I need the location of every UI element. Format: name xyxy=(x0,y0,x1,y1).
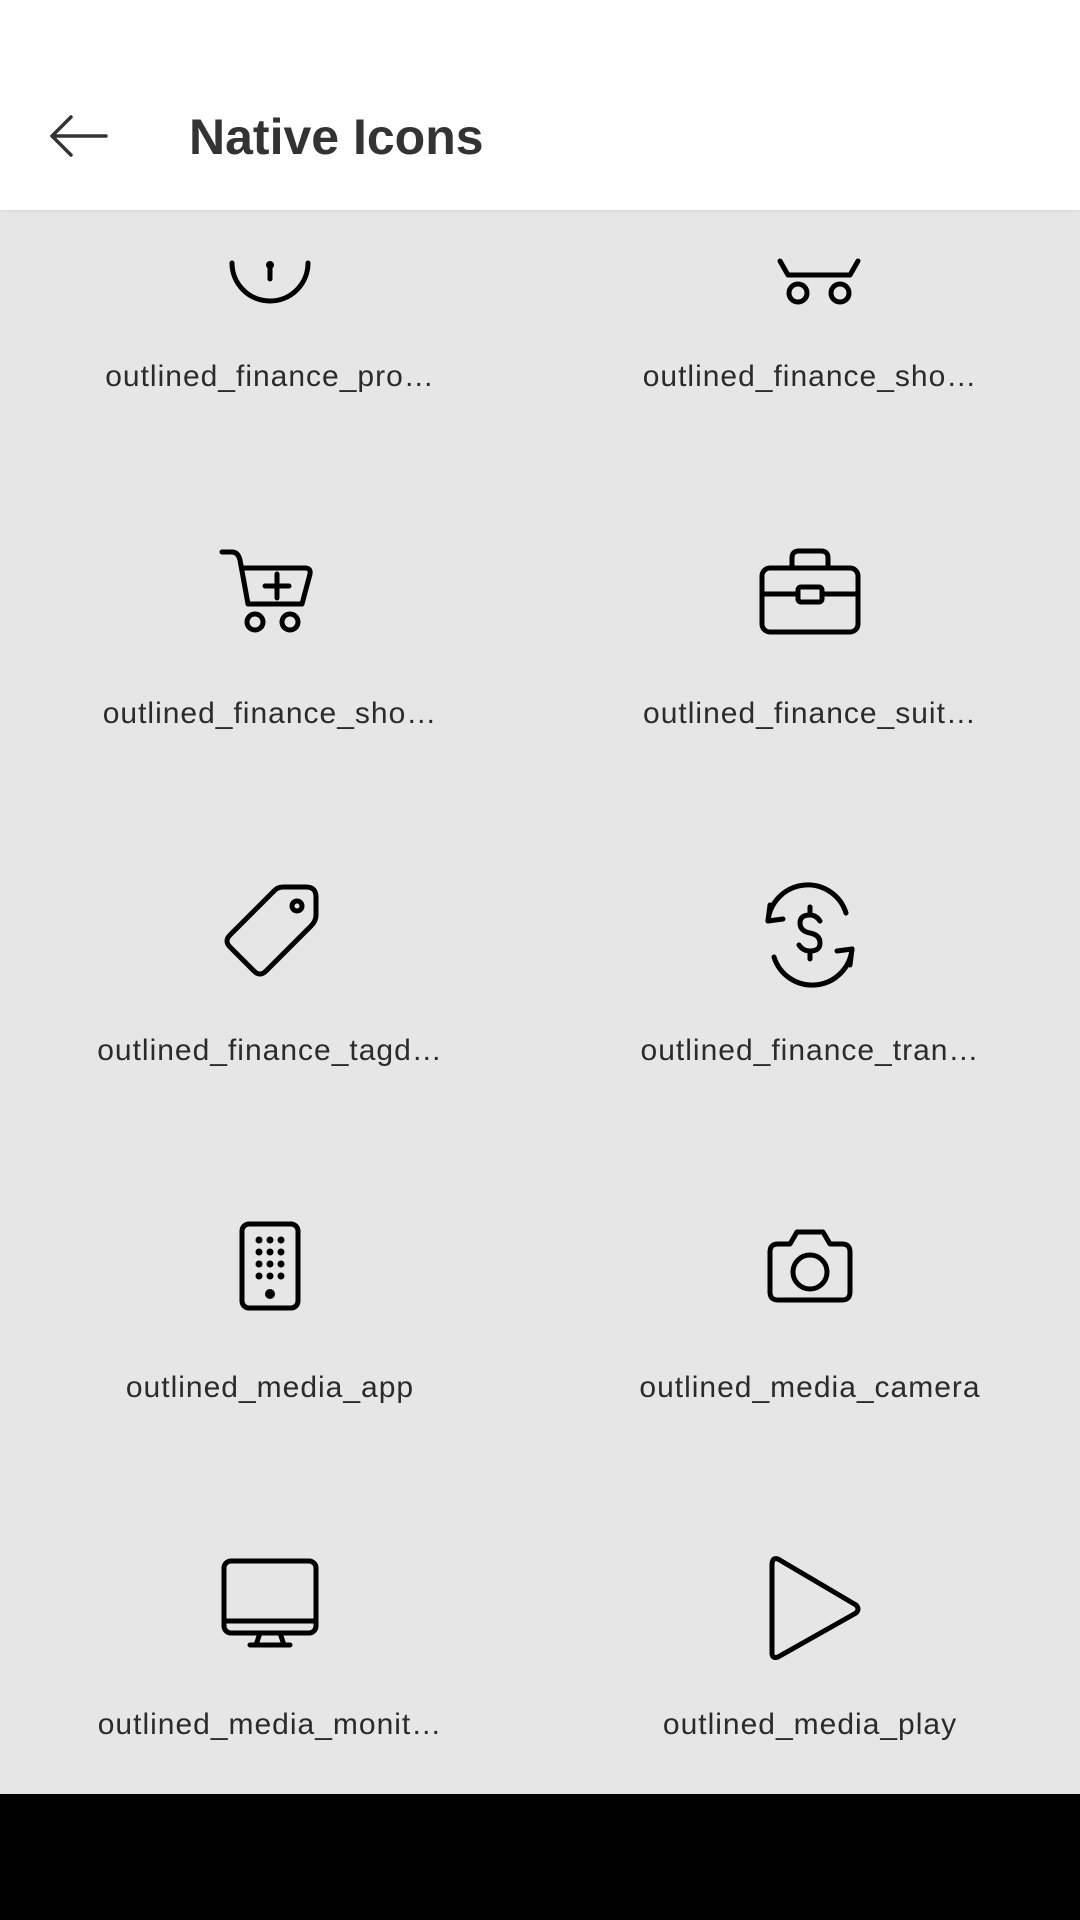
currency-exchange-icon xyxy=(750,875,870,995)
remote-app-icon xyxy=(210,1212,330,1332)
icon-grid-item[interactable]: outlined_media_app xyxy=(0,1074,540,1411)
page-title: Native Icons xyxy=(189,109,484,165)
price-tag-icon xyxy=(210,875,330,995)
back-button[interactable] xyxy=(34,98,114,178)
icon-grid-item[interactable]: outlined_finance_suit… xyxy=(540,400,1080,737)
icon-grid-viewport[interactable]: outlined_finance_pro… outlined_finance_s… xyxy=(0,210,1080,1794)
system-navigation-bar xyxy=(0,1794,1080,1920)
icon-label: outlined_finance_tran… xyxy=(640,1034,980,1067)
icon-label: outlined_media_camera xyxy=(639,1371,981,1404)
icon-label: outlined_media_app xyxy=(125,1371,415,1404)
icon-label: outlined_media_monit… xyxy=(97,1708,443,1741)
shopping-cart-add-icon xyxy=(210,538,330,658)
icon-grid-item[interactable]: outlined_media_monit… xyxy=(0,1411,540,1748)
icon-label: outlined_finance_suit… xyxy=(643,697,977,730)
icon-label: outlined_finance_sho… xyxy=(642,360,978,393)
icon-grid-item[interactable]: outlined_finance_sho… xyxy=(0,400,540,737)
finance-pro-icon xyxy=(210,210,330,321)
icon-grid-item[interactable]: outlined_finance_tran… xyxy=(540,737,1080,1074)
monitor-icon xyxy=(210,1549,330,1669)
icon-grid-item[interactable]: outlined_media_play xyxy=(540,1411,1080,1748)
play-icon xyxy=(750,1549,870,1669)
icon-label: outlined_finance_pro… xyxy=(105,360,435,393)
icon-grid-item[interactable]: outlined_finance_tagd… xyxy=(0,737,540,1074)
icon-grid-item[interactable]: outlined_media_camera xyxy=(540,1074,1080,1411)
icon-grid-item[interactable]: outlined_finance_sho… xyxy=(540,210,1080,400)
arrow-left-icon xyxy=(50,115,108,157)
app-bar: Native Icons xyxy=(0,0,1080,210)
finance-shopping-cart-icon xyxy=(750,210,870,321)
icon-grid-item[interactable]: outlined_finance_pro… xyxy=(0,210,540,400)
briefcase-icon xyxy=(750,538,870,658)
camera-icon xyxy=(750,1212,870,1332)
icon-label: outlined_media_play xyxy=(662,1708,958,1741)
icon-label: outlined_finance_sho… xyxy=(102,697,438,730)
icon-label: outlined_finance_tagd… xyxy=(97,1034,443,1067)
